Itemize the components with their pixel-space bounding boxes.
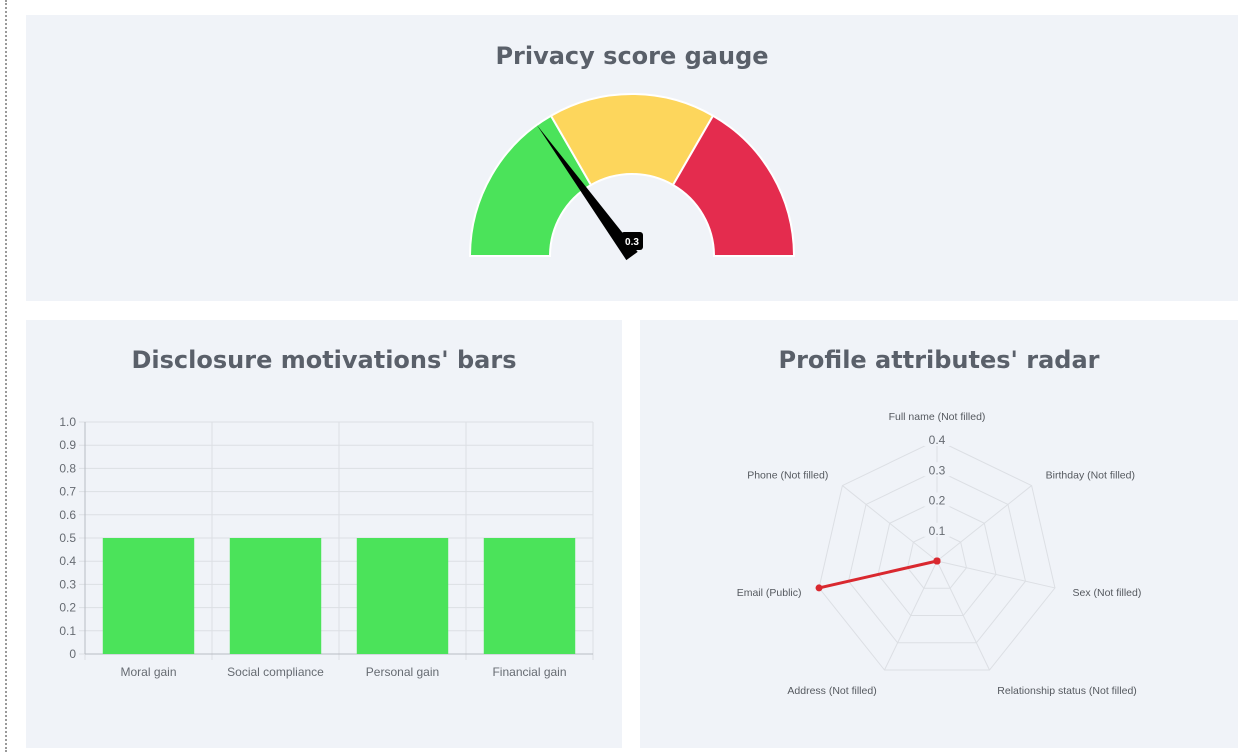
gauge-value-label: 0.3	[625, 237, 639, 248]
radar-axis-label: Address (Not filled)	[787, 685, 876, 697]
x-tick-label: Moral gain	[120, 665, 176, 679]
y-tick-label: 0.3	[59, 577, 76, 591]
radar-axis-label: Phone (Not filled)	[747, 469, 828, 481]
radar-axis-label: Sex (Not filled)	[1073, 587, 1142, 599]
radar-chart: 0.1 0.2 0.3 0.4 Full name (Not filled) Birthd…	[737, 411, 1142, 697]
radar-axis-label: Birthday (Not filled)	[1046, 469, 1135, 481]
bars-panel: Disclosure motivations' bars 0 0.1 0.2 0.3 0…	[26, 320, 622, 748]
radar-spoke	[842, 485, 938, 562]
left-dotted-rule	[5, 0, 7, 752]
y-tick-label: 0.5	[59, 531, 76, 545]
radar-tick-label: 0.3	[929, 463, 946, 477]
y-tick-label: 0.4	[59, 554, 76, 568]
gauge-chart: 0.3	[468, 92, 796, 261]
radar-spoke	[936, 485, 1032, 562]
radar-axis-label: Relationship status (Not filled)	[997, 685, 1136, 697]
x-tick-label: Financial gain	[492, 665, 566, 679]
y-tick-label: 1.0	[59, 415, 76, 429]
radar-tick-label: 0.1	[929, 524, 946, 538]
radar-axis-label: Full name (Not filled)	[889, 411, 986, 423]
bar-4	[483, 538, 576, 654]
radar-tick-label: 0.4	[929, 433, 946, 447]
radar-series-shape	[817, 559, 939, 590]
y-tick-label: 0.1	[59, 624, 76, 638]
radar-panel: Profile attributes' radar 0.1 0.2 0.3 0.4 Fu…	[640, 320, 1238, 748]
bar-1	[102, 538, 195, 654]
x-tick-label: Social compliance	[227, 665, 324, 679]
radar-spoke	[936, 560, 1056, 589]
y-tick-label: 0.2	[59, 601, 76, 615]
bar-chart: 0 0.1 0.2 0.3 0.4 0.5 0.6 0.7 0.8 0.9 1.0 Moral gai…	[59, 415, 594, 679]
radar-tick-label: 0.2	[929, 494, 946, 508]
x-tick-label: Personal gain	[366, 665, 439, 679]
radar-point	[933, 557, 941, 565]
y-tick-label: 0	[69, 647, 76, 661]
bar-2	[229, 538, 322, 654]
y-tick-label: 0.8	[59, 461, 76, 475]
gauge-panel: Privacy score gauge 0.3	[26, 15, 1238, 301]
radar-point	[815, 584, 823, 592]
y-tick-label: 0.7	[59, 485, 76, 499]
y-tick-label: 0.9	[59, 438, 76, 452]
bar-3	[356, 538, 449, 654]
radar-axis-label: Email (Public)	[737, 587, 802, 599]
y-tick-label: 0.6	[59, 508, 76, 522]
